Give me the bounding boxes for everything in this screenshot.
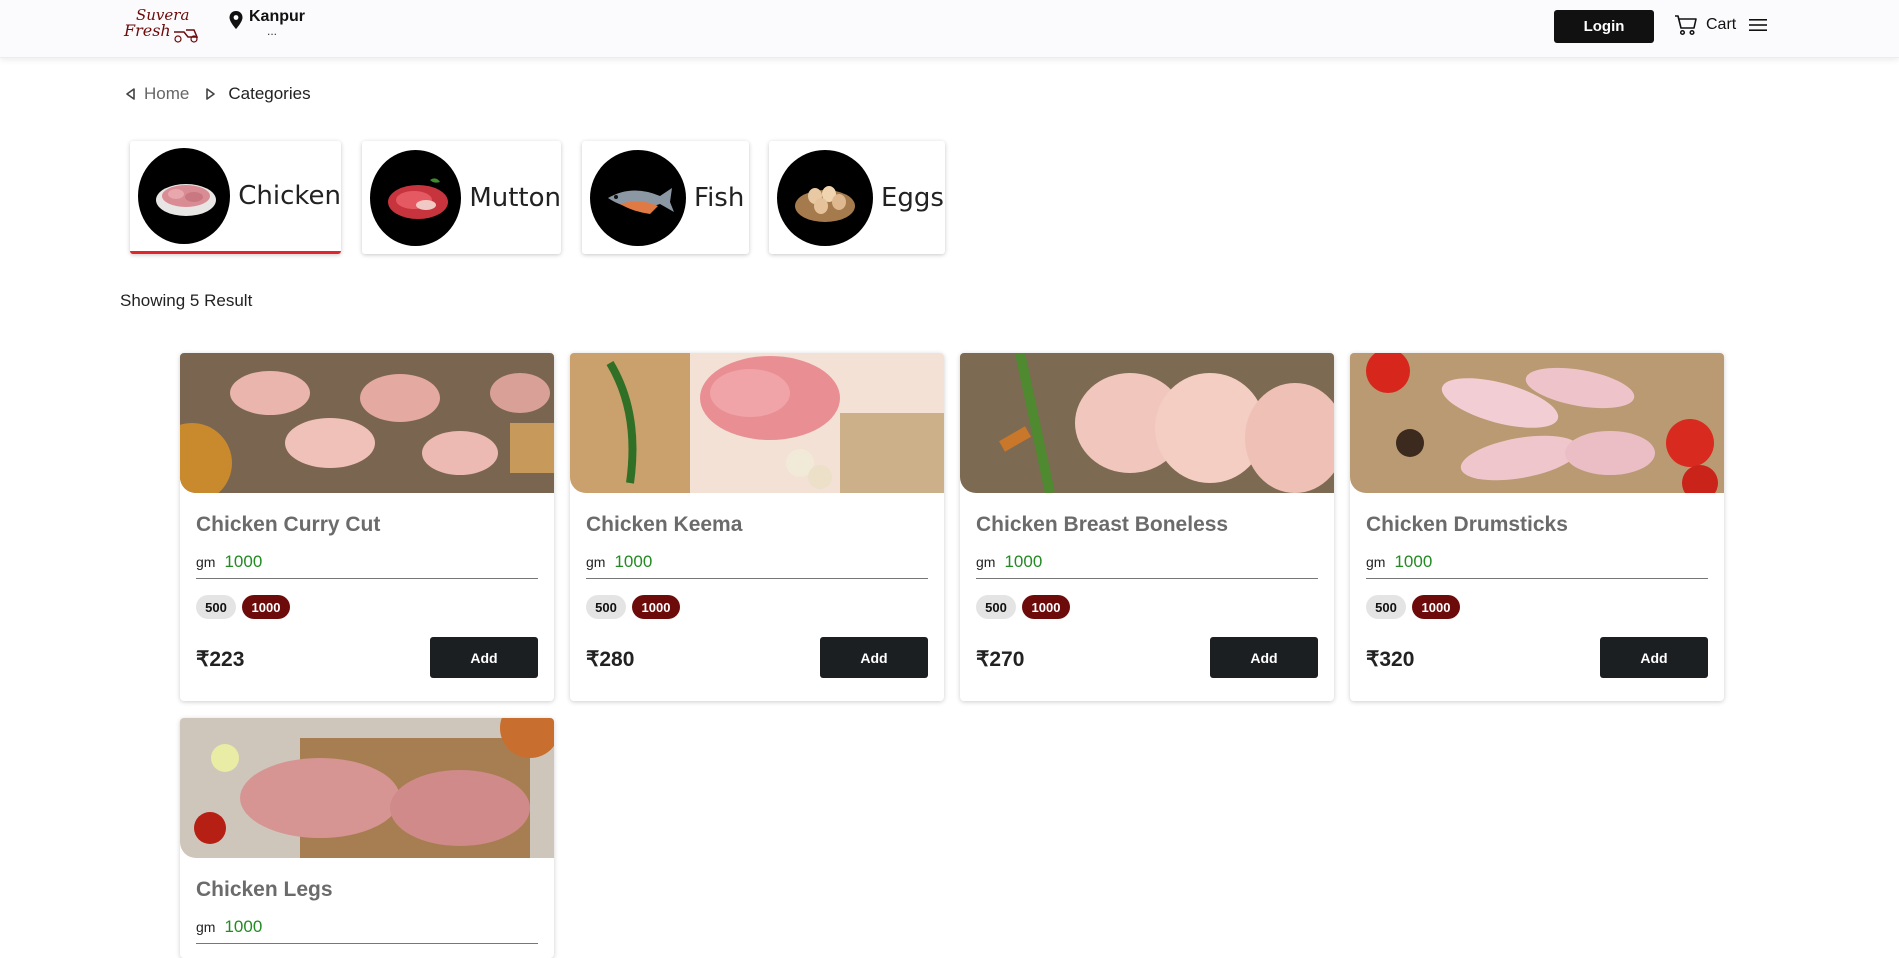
category-label: Eggs <box>881 182 944 213</box>
add-to-cart-button[interactable]: Add <box>1210 637 1318 678</box>
weight-option-500[interactable]: 500 <box>976 595 1016 619</box>
breadcrumb: Home Categories <box>125 84 311 104</box>
weight-options: 500 1000 <box>196 595 290 619</box>
location-pin-icon <box>229 11 243 29</box>
category-tab-mutton[interactable]: Mutton <box>362 141 561 254</box>
weight-option-1000[interactable]: 1000 <box>242 595 290 619</box>
weight-unit: gm <box>976 554 996 570</box>
product-image <box>960 353 1334 493</box>
hamburger-menu-icon[interactable] <box>1749 18 1767 32</box>
weight-option-1000[interactable]: 1000 <box>632 595 680 619</box>
fish-category-image <box>590 149 686 246</box>
eggs-category-image <box>777 149 873 246</box>
product-image <box>180 718 554 858</box>
product-price: ₹270 <box>976 648 1025 671</box>
cart-icon <box>1675 15 1697 36</box>
weight-field[interactable]: gm 1000 <box>196 917 538 944</box>
weight-value: 1000 <box>224 552 263 571</box>
location-selector[interactable]: Kanpur ... <box>229 8 305 38</box>
weight-field[interactable]: gm 1000 <box>586 552 928 579</box>
product-name: Chicken Keema <box>586 513 743 536</box>
breadcrumb-current: Categories <box>228 84 311 103</box>
add-to-cart-button[interactable]: Add <box>1600 637 1708 678</box>
add-to-cart-button[interactable]: Add <box>430 637 538 678</box>
weight-value: 1000 <box>1004 552 1043 571</box>
product-name: Chicken Breast Boneless <box>976 513 1229 536</box>
product-card: Chicken Breast Boneless gm 1000 500 1000… <box>960 353 1334 701</box>
login-button[interactable]: Login <box>1554 10 1654 43</box>
product-name: Chicken Legs <box>196 878 333 901</box>
product-price: ₹280 <box>586 648 635 671</box>
category-label: Mutton <box>469 182 561 213</box>
product-card: Chicken Legs gm 1000 <box>180 718 554 958</box>
cart-label: Cart <box>1706 16 1737 33</box>
weight-option-1000[interactable]: 1000 <box>1022 595 1070 619</box>
weight-unit: gm <box>196 919 216 935</box>
weight-option-500[interactable]: 500 <box>586 595 626 619</box>
product-name: Chicken Curry Cut <box>196 513 381 536</box>
chevron-right-icon <box>206 88 216 100</box>
category-tab-eggs[interactable]: Eggs <box>769 141 945 254</box>
weight-option-500[interactable]: 500 <box>196 595 236 619</box>
location-city: Kanpur <box>249 8 305 25</box>
product-card: Chicken Curry Cut gm 1000 500 1000 ₹223 … <box>180 353 554 701</box>
results-count: Showing 5 Result <box>120 291 253 310</box>
product-name: Chicken Drumsticks <box>1366 513 1568 536</box>
weight-value: 1000 <box>224 917 263 936</box>
weight-unit: gm <box>586 554 606 570</box>
product-price: ₹320 <box>1366 648 1415 671</box>
category-label: Chicken <box>238 181 341 211</box>
product-price: ₹223 <box>196 648 245 671</box>
weight-value: 1000 <box>614 552 653 571</box>
weight-option-500[interactable]: 500 <box>1366 595 1406 619</box>
product-image <box>1350 353 1724 493</box>
weight-options: 500 1000 <box>1366 595 1460 619</box>
category-label: Fish <box>694 182 745 213</box>
weight-value: 1000 <box>1394 552 1433 571</box>
chicken-category-image <box>138 148 231 244</box>
weight-option-1000[interactable]: 1000 <box>1412 595 1460 619</box>
product-image <box>180 353 554 493</box>
chevron-left-icon <box>126 88 135 100</box>
weight-field[interactable]: gm 1000 <box>976 552 1318 579</box>
svg-text:Fresh: Fresh <box>123 21 171 40</box>
breadcrumb-home-link[interactable]: Home <box>144 84 189 104</box>
weight-field[interactable]: gm 1000 <box>196 552 538 579</box>
product-image <box>570 353 944 493</box>
location-subtext: ... <box>267 24 278 38</box>
cart-link[interactable]: Cart <box>1674 14 1736 36</box>
mutton-category-image <box>370 149 462 246</box>
weight-unit: gm <box>196 554 216 570</box>
suvera-fresh-logo[interactable]: Suvera Fresh <box>122 4 202 44</box>
weight-options: 500 1000 <box>586 595 680 619</box>
weight-field[interactable]: gm 1000 <box>1366 552 1708 579</box>
add-to-cart-button[interactable]: Add <box>820 637 928 678</box>
weight-unit: gm <box>1366 554 1386 570</box>
top-header: Suvera Fresh Kanpur ... Login Cart <box>0 0 1899 58</box>
category-tab-fish[interactable]: Fish <box>582 141 749 254</box>
product-card: Chicken Keema gm 1000 500 1000 ₹280 Add <box>570 353 944 701</box>
weight-options: 500 1000 <box>976 595 1070 619</box>
category-tab-chicken[interactable]: Chicken <box>130 141 341 254</box>
product-card: Chicken Drumsticks gm 1000 500 1000 ₹320… <box>1350 353 1724 701</box>
